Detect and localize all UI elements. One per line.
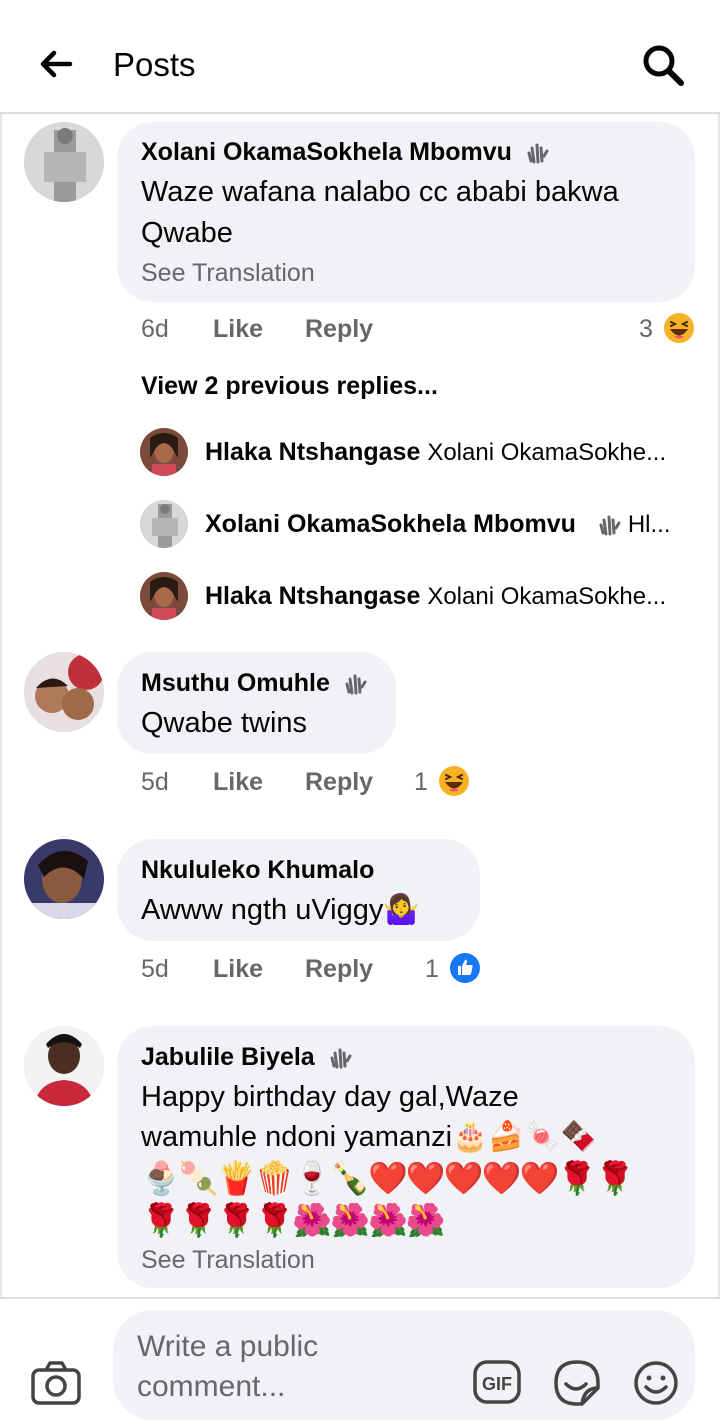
comment-author[interactable]: Msuthu Omuhle bbox=[141, 669, 367, 698]
reaction-count[interactable]: 1 bbox=[425, 955, 439, 984]
comment-input-placeholder[interactable]: Write a public comment... bbox=[137, 1327, 357, 1407]
left-divider bbox=[0, 114, 2, 1297]
comment-text: wamuhle ndoni yamanzi🎂🍰🍬🍫 bbox=[141, 1121, 597, 1153]
avatar-photo bbox=[24, 652, 104, 732]
search-icon[interactable] bbox=[640, 42, 686, 88]
camera-icon[interactable] bbox=[30, 1360, 82, 1406]
like-link[interactable]: Like bbox=[213, 955, 263, 984]
avatar-photo bbox=[24, 122, 104, 202]
svg-text:GIF: GIF bbox=[482, 1374, 512, 1394]
sticker-icon[interactable] bbox=[552, 1358, 602, 1408]
author-name[interactable]: Msuthu Omuhle bbox=[141, 669, 330, 697]
reaction-count[interactable]: 3 bbox=[639, 315, 653, 344]
wave-hand-icon bbox=[330, 1048, 352, 1069]
comment-author[interactable]: Jabulile Biyela bbox=[141, 1043, 352, 1072]
avatar-photo bbox=[140, 572, 188, 620]
avatar[interactable] bbox=[24, 1026, 104, 1106]
avatar-photo bbox=[140, 500, 188, 548]
see-translation-link[interactable]: See Translation bbox=[141, 1246, 315, 1275]
comment-text: Awww ngth uViggy🤷‍♀️ bbox=[141, 894, 420, 926]
avatar-photo bbox=[24, 839, 104, 919]
haha-reaction-icon[interactable] bbox=[663, 312, 695, 344]
see-translation-link[interactable]: See Translation bbox=[141, 259, 315, 288]
haha-reaction-icon[interactable] bbox=[438, 765, 470, 797]
page-title: Posts bbox=[113, 46, 196, 83]
avatar[interactable] bbox=[140, 572, 188, 620]
top-app-bar: Posts bbox=[0, 0, 720, 114]
reply-snippet: Xolani OkamaSokhe... bbox=[427, 583, 667, 610]
comment-time: 5d bbox=[141, 955, 169, 983]
avatar[interactable] bbox=[140, 428, 188, 476]
arrow-left-icon[interactable] bbox=[36, 44, 76, 84]
avatar[interactable] bbox=[24, 122, 104, 202]
smiley-icon[interactable] bbox=[633, 1360, 679, 1406]
avatar-photo bbox=[24, 1026, 104, 1106]
comment-time: 5d bbox=[141, 768, 169, 796]
avatar[interactable] bbox=[24, 839, 104, 919]
reply-item[interactable]: Xolani OkamaSokhela Mbomvu Hl... bbox=[205, 510, 671, 539]
comment-time: 6d bbox=[141, 315, 169, 343]
reply-link[interactable]: Reply bbox=[305, 768, 373, 797]
comment-author[interactable]: Nkululeko Khumalo bbox=[141, 856, 374, 885]
comment-emoji-line: 🍨🍡🍟🍿🍷🍾❤️❤️❤️❤️❤️🌹🌹 bbox=[141, 1159, 635, 1197]
avatar[interactable] bbox=[24, 652, 104, 732]
view-previous-replies-link[interactable]: View 2 previous replies... bbox=[141, 372, 438, 401]
reply-snippet: Xolani OkamaSokhe... bbox=[427, 439, 667, 466]
reply-link[interactable]: Reply bbox=[305, 955, 373, 984]
avatar-photo bbox=[140, 428, 188, 476]
gif-icon[interactable]: GIF bbox=[472, 1358, 522, 1406]
comment-emoji-line: 🌹🌹🌹🌹🌺🌺🌺🌺 bbox=[141, 1201, 446, 1239]
reply-item[interactable]: Hlaka Ntshangase Xolani OkamaSokhe... bbox=[205, 438, 666, 467]
author-name[interactable]: Jabulile Biyela bbox=[141, 1043, 315, 1071]
avatar[interactable] bbox=[140, 500, 188, 548]
comment-text: Qwabe twins bbox=[141, 707, 308, 739]
reaction-count[interactable]: 1 bbox=[414, 768, 428, 797]
reply-author[interactable]: Hlaka Ntshangase bbox=[205, 582, 420, 610]
comment-author[interactable]: Xolani OkamaSokhela Mbomvu bbox=[141, 138, 549, 167]
wave-hand-icon bbox=[527, 143, 549, 164]
comment-text: Waze wafana nalabo cc ababi bakwa bbox=[141, 176, 619, 208]
reply-item[interactable]: Hlaka Ntshangase Xolani OkamaSokhe... bbox=[205, 582, 666, 611]
like-link[interactable]: Like bbox=[213, 315, 263, 344]
reply-snippet: Hl... bbox=[627, 511, 671, 538]
reply-author[interactable]: Xolani OkamaSokhela Mbomvu bbox=[205, 510, 576, 538]
like-reaction-icon[interactable] bbox=[449, 952, 481, 984]
like-link[interactable]: Like bbox=[213, 768, 263, 797]
reply-link[interactable]: Reply bbox=[305, 315, 373, 344]
wave-hand-icon bbox=[599, 515, 621, 536]
wave-hand-icon bbox=[345, 674, 367, 695]
reply-author[interactable]: Hlaka Ntshangase bbox=[205, 438, 420, 466]
author-name[interactable]: Xolani OkamaSokhela Mbomvu bbox=[141, 138, 512, 166]
comment-text: Happy birthday day gal,Waze bbox=[141, 1081, 519, 1113]
comment-text: Qwabe bbox=[141, 217, 233, 249]
